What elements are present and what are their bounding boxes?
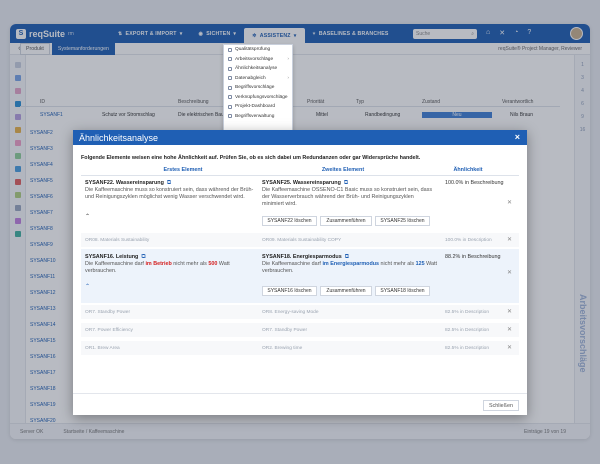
list-icon [228,57,232,62]
menu-item-qualitaetspruefung[interactable]: Qualitätsprüfung [224,45,292,55]
chevron-right-icon: › [287,56,289,62]
dismiss-icon[interactable]: ✕ [507,199,512,206]
menu-item-datenabgleich[interactable]: Datenabgleich › [224,74,292,84]
dismiss-icon[interactable]: ✕ [507,308,512,315]
dismiss-icon[interactable]: ✕ [507,344,512,351]
similarity-pair: SYSANF16. Leistung ⧉ Die Kaffeemaschine d… [81,249,519,303]
similarity-pair-collapsed[interactable]: OR7. Power Efficiency OR7. Standby Power… [81,323,519,337]
delete-first-button[interactable]: SYSANF16 löschen [262,286,317,296]
menu-item-arbeitsvorschlaege[interactable]: Arbeitsvorschläge › [224,55,292,65]
compare-icon [228,66,232,71]
open-external-icon[interactable]: ⧉ [345,254,349,260]
delete-second-button[interactable]: SYSANF18 löschen [375,286,430,296]
close-button[interactable]: Schließen [483,400,519,411]
merge-button[interactable]: Zusammenführen [320,286,372,296]
similarity-pair-collapsed[interactable]: OR7. Standby Power OR8. Energy-saving Mo… [81,305,519,319]
delete-second-button[interactable]: SYSANF25 löschen [375,216,430,226]
sync-icon [228,76,232,81]
chevron-up-icon[interactable]: ⌃ [85,213,90,220]
chevron-up-icon[interactable]: ⌃ [85,283,90,290]
delete-first-button[interactable]: SYSANF22 löschen [262,216,317,226]
dialog-header: Ähnlichkeitsanalyse × [73,130,527,145]
first-element: SYSANF16. Leistung ⧉ Die Kaffeemaschine d… [85,254,230,274]
assistenz-dropdown: Qualitätsprüfung Arbeitsvorschläge › Ähnl… [223,44,293,134]
dismiss-icon[interactable]: ✕ [507,269,512,276]
divider [81,175,519,176]
dashboard-icon [228,104,232,109]
dialog-title: Ähnlichkeitsanalyse [79,132,159,143]
similarity-pair-collapsed[interactable]: OR08. Materials Sustainability OR09. Mat… [81,233,519,247]
open-external-icon[interactable]: ⧉ [344,180,348,186]
second-element: SYSANF18. Energiesparmodus ⧉ Die Kaffeema… [262,254,438,274]
dismiss-icon[interactable]: ✕ [507,326,512,333]
column-header-second: Zweites Element [321,167,365,173]
similarity-analysis-dialog: Ähnlichkeitsanalyse × Folgende Elemente … [73,130,527,415]
book-icon [228,114,232,119]
menu-item-verknuepfungsvorschlaege[interactable]: Verknüpfungsvorschläge [224,93,292,103]
link-icon [228,95,232,100]
similarity-value: 88.2% in Beschreibung [445,254,501,260]
dismiss-icon[interactable]: ✕ [507,236,512,243]
first-element: SYSANF22. Wassereinsparung ⧉ Die Kaffeema… [85,180,254,200]
merge-button[interactable]: Zusammenführen [320,216,372,226]
dialog-intro: Folgende Elemente weisen eine hohe Ähnli… [81,155,421,161]
similarity-value: 100.0% in Beschreibung [445,180,504,186]
similarity-pair-collapsed[interactable]: OR1. Brew Area OR2. Brewing time 82.5% i… [81,341,519,355]
second-element: SYSANF25. Wassereinsparung ⧉ Die Kaffeema… [262,180,433,207]
chevron-right-icon: › [287,75,289,81]
similarity-pair: SYSANF22. Wassereinsparung ⧉ Die Kaffeema… [81,177,519,231]
menu-item-projekt-dashboard[interactable]: Projekt-Dashboard [224,102,292,112]
column-header-first: Erstes Element [163,167,203,173]
check-icon [228,47,232,52]
dialog-footer: Schließen [73,393,527,415]
close-icon[interactable]: × [515,132,520,142]
tag-icon [228,85,232,90]
open-external-icon[interactable]: ⧉ [167,180,171,186]
menu-item-aehnlichkeitsanalyse[interactable]: Ähnlichkeitsanalyse [224,64,292,74]
menu-item-begriffsverwaltung[interactable]: Begriffsverwaltung [224,112,292,122]
column-header-similarity: Ähnlichkeit [453,167,483,173]
open-external-icon[interactable]: ⧉ [141,254,145,260]
menu-item-begriffsvorschlaege[interactable]: Begriffsvorschläge [224,83,292,93]
